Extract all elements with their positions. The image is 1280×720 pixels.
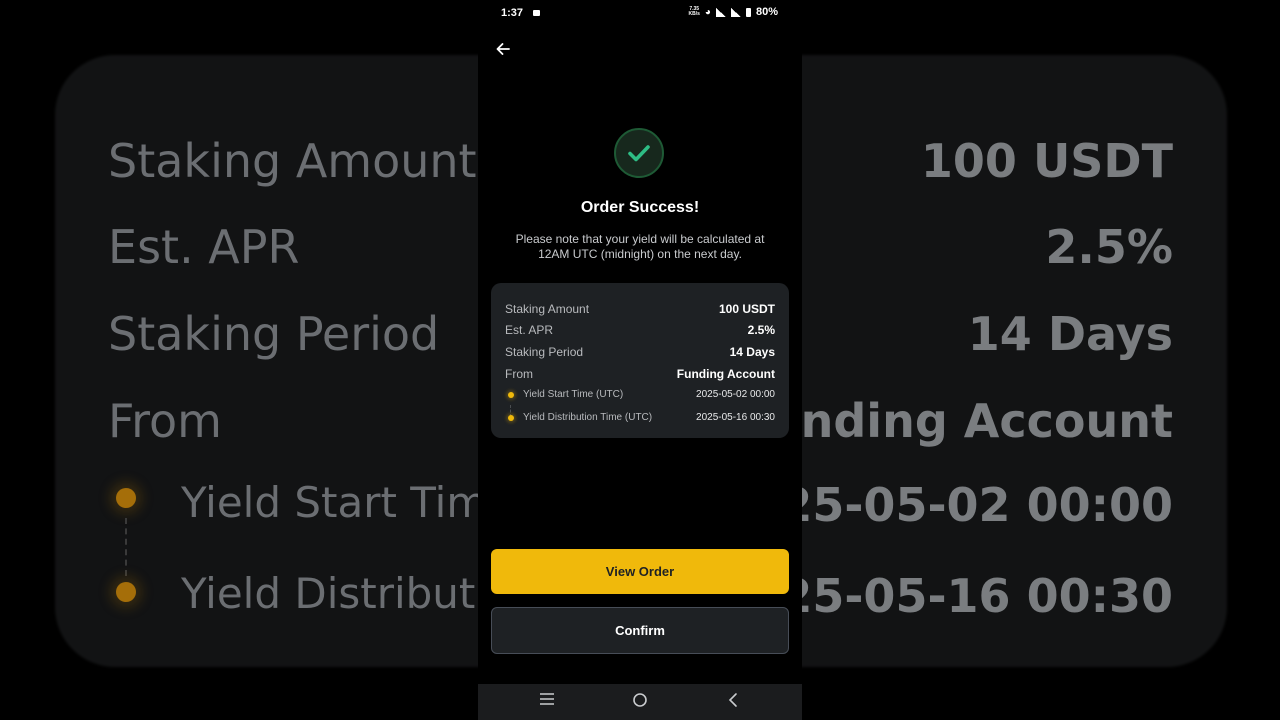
detail-value: 2025-05-16 00:30 bbox=[696, 412, 775, 423]
order-details-card: Staking Amount 100 USDT Est. APR 2.5% St… bbox=[491, 283, 789, 438]
detail-value: 2025-05-02 00:00 bbox=[696, 389, 775, 400]
detail-row-apr: Est. APR 2.5% bbox=[505, 323, 775, 339]
detail-label: Yield Start Time (UTC) bbox=[523, 389, 624, 400]
detail-label: Est. APR bbox=[505, 323, 554, 337]
recents-menu-icon[interactable] bbox=[535, 692, 559, 712]
bg-label-staking-amount: Staking Amount bbox=[108, 134, 477, 188]
bg-label-period: Staking Period bbox=[108, 307, 440, 361]
bg-timeline-dot bbox=[116, 488, 136, 508]
battery-icon bbox=[745, 7, 751, 17]
timeline-dot-icon bbox=[508, 415, 514, 421]
bg-value-apr: 2.5% bbox=[1045, 220, 1173, 274]
yield-note: Please note that your yield will be calc… bbox=[515, 232, 765, 261]
detail-row-yield-distribution: Yield Distribution Time (UTC) 2025-05-16… bbox=[505, 412, 775, 428]
bg-value-from: Funding Account bbox=[738, 394, 1173, 448]
detail-label: Staking Period bbox=[505, 345, 584, 359]
status-time: 1:37 bbox=[501, 7, 524, 19]
detail-row-period: Staking Period 14 Days bbox=[505, 345, 775, 361]
detail-label: Staking Amount bbox=[505, 302, 590, 316]
phone-screen: 1:37 7.35 KB/s ◕ 80% Order Success! Plea… bbox=[478, 0, 802, 720]
status-icons: 7.35 KB/s ◕ 80% bbox=[689, 6, 778, 18]
home-circle-icon[interactable] bbox=[628, 692, 652, 712]
bg-label-apr: Est. APR bbox=[108, 220, 300, 274]
detail-value: Funding Account bbox=[676, 367, 775, 381]
view-order-button[interactable]: View Order bbox=[491, 549, 789, 594]
detail-label: From bbox=[505, 367, 533, 381]
detail-value: 14 Days bbox=[729, 345, 775, 359]
wifi-icon: ◕ bbox=[704, 6, 711, 18]
confirm-button[interactable]: Confirm bbox=[491, 607, 789, 654]
back-arrow-icon[interactable] bbox=[492, 40, 514, 62]
timeline-dot-icon bbox=[508, 392, 514, 398]
bg-timeline-dot bbox=[116, 582, 136, 602]
success-check-icon bbox=[614, 128, 664, 178]
nav-back-chevron-icon[interactable] bbox=[721, 692, 745, 712]
detail-value: 2.5% bbox=[747, 323, 775, 337]
battery-percent: 80% bbox=[755, 6, 778, 18]
bg-value-staking-amount: 100 USDT bbox=[920, 134, 1173, 188]
signal-icon bbox=[730, 7, 741, 17]
detail-row-from: From Funding Account bbox=[505, 367, 775, 383]
signal-icon bbox=[715, 7, 726, 17]
page-title: Order Success! bbox=[580, 199, 700, 216]
detail-row-yield-start: Yield Start Time (UTC) 2025-05-02 00:00 bbox=[505, 389, 775, 405]
network-speed-unit: KB/s bbox=[688, 11, 700, 17]
screen-record-icon bbox=[533, 10, 540, 16]
detail-label: Yield Distribution Time (UTC) bbox=[523, 412, 653, 423]
bg-value-period: 14 Days bbox=[967, 307, 1173, 361]
network-speed: 7.35 KB/s bbox=[689, 7, 700, 17]
bg-timeline-line bbox=[125, 518, 127, 576]
status-bar: 1:37 7.35 KB/s ◕ 80% bbox=[478, 0, 802, 28]
bg-label-from: From bbox=[108, 394, 222, 448]
system-nav-bar bbox=[478, 684, 802, 720]
detail-row-staking-amount: Staking Amount 100 USDT bbox=[505, 302, 775, 318]
detail-value: 100 USDT bbox=[718, 302, 775, 316]
